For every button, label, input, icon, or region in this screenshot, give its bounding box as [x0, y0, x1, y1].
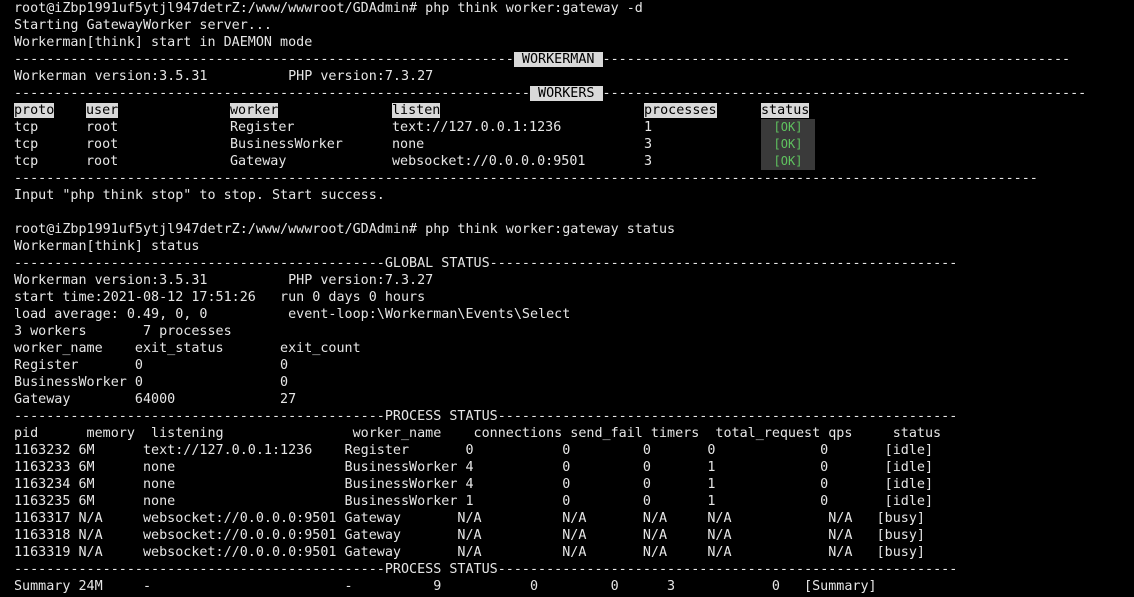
output-line: Input "php think stop" to stop. Start su… [14, 188, 385, 203]
separator-process-status: ----------------------------------------… [14, 409, 958, 424]
output-line: Workerman version:3.5.31 PHP version:7.3… [14, 69, 434, 84]
separator-workerman: ----------------------------------------… [14, 52, 1071, 67]
col-status: status [761, 103, 810, 118]
table-row: 1163319 N/A websocket://0.0.0.0:9501 Gat… [14, 545, 925, 560]
col-user: user [86, 103, 119, 118]
status-badge: [OK] [761, 136, 815, 153]
table-row: 1163318 N/A websocket://0.0.0.0:9501 Gat… [14, 528, 925, 543]
separator-title: PROCESS STATUS [384, 562, 498, 577]
separator-global-status: ----------------------------------------… [14, 256, 958, 271]
summary-row: Summary 24M - - 9 0 0 3 0 [Summary] [14, 579, 877, 594]
output-line: Workerman[think] status [14, 239, 200, 254]
col-proto: proto [14, 103, 55, 118]
output-line: start time:2021-08-12 17:51:26 run 0 day… [14, 290, 426, 305]
status-badge: [OK] [761, 153, 815, 170]
separator-title: WORKERS [529, 86, 603, 101]
terminal-window[interactable]: root@iZbp1991uf5ytjl947detrZ:/www/wwwroo… [0, 0, 1134, 597]
col-worker: worker [230, 103, 279, 118]
table-row: 1163233 6M none BusinessWorker 4 0 0 1 0… [14, 460, 934, 475]
output-line: load average: 0.49, 0, 0 event-loop:\Wor… [14, 307, 571, 322]
command-line-status: root@iZbp1991uf5ytjl947detrZ:/www/wwwroo… [14, 222, 676, 237]
table-row: Gateway 64000 27 [14, 392, 297, 407]
table-row: Register 0 0 [14, 358, 289, 373]
separator-title: WORKERMAN [513, 52, 603, 67]
output-line: Starting GatewayWorker server... [14, 18, 272, 33]
output-line: Workerman version:3.5.31 PHP version:7.3… [14, 273, 434, 288]
separator-process-status: ----------------------------------------… [14, 562, 958, 577]
separator-line: ----------------------------------------… [14, 171, 1038, 186]
table-row: 1163232 6M text://127.0.0.1:1236 Registe… [14, 443, 934, 458]
table-row: 1163235 6M none BusinessWorker 1 0 0 1 0… [14, 494, 934, 509]
table-header: worker_name exit_status exit_count [14, 341, 361, 356]
output-line: Workerman[think] start in DAEMON mode [14, 35, 313, 50]
table-row: 1163234 6M none BusinessWorker 4 0 0 1 0… [14, 477, 934, 492]
col-listen: listen [392, 103, 441, 118]
separator-title: PROCESS STATUS [384, 409, 498, 424]
table-row: BusinessWorker 0 0 [14, 375, 289, 390]
separator-workers: ----------------------------------------… [14, 86, 1087, 101]
col-processes: processes [644, 103, 717, 118]
separator-title: GLOBAL STATUS [384, 256, 490, 271]
output-line: 3 workers 7 processes [14, 324, 232, 339]
status-badge: [OK] [761, 119, 815, 136]
command-line-start: root@iZbp1991uf5ytjl947detrZ:/www/wwwroo… [14, 1, 643, 16]
table-row: 1163317 N/A websocket://0.0.0.0:9501 Gat… [14, 511, 925, 526]
table-header: pid memory listening worker_name connect… [14, 426, 942, 441]
